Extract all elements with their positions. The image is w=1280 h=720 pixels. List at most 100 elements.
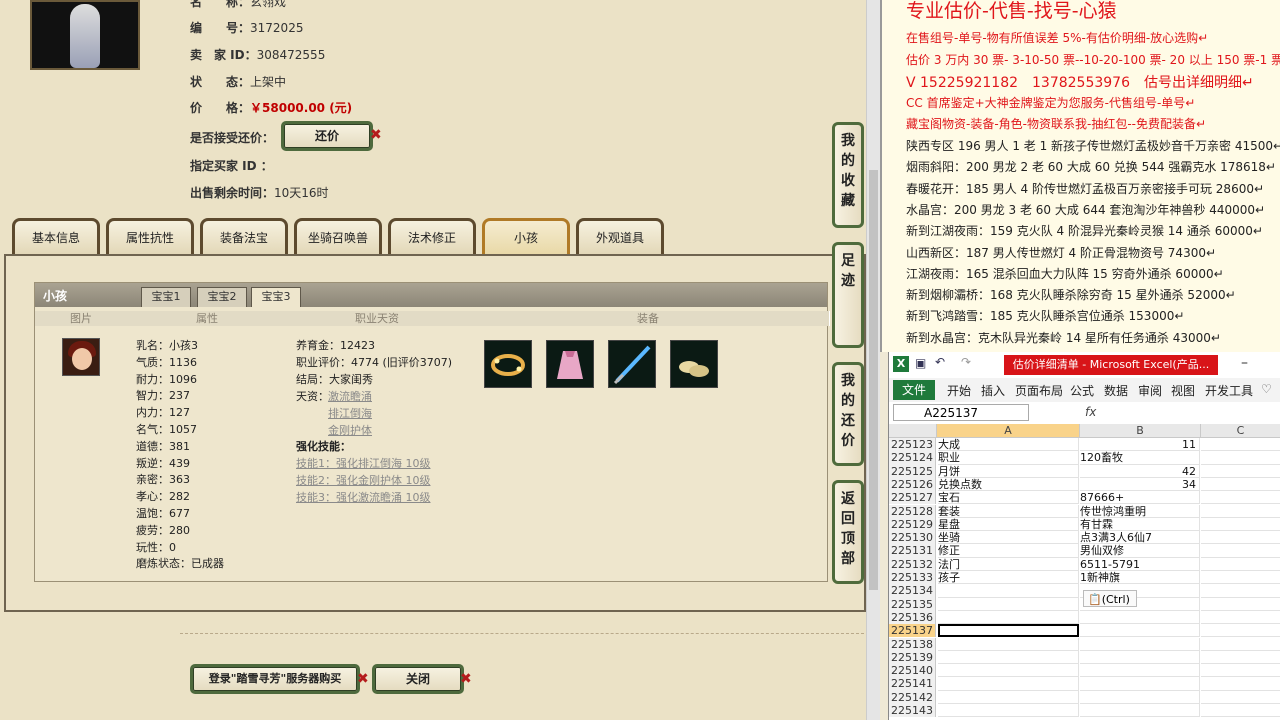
row-number[interactable]: 225135: [889, 597, 936, 611]
row-number[interactable]: 225131: [889, 544, 936, 558]
tab-child[interactable]: 小孩: [482, 218, 570, 254]
cell-c[interactable]: [1201, 624, 1280, 638]
cell-c[interactable]: [1201, 598, 1280, 611]
row-number[interactable]: 225129: [889, 517, 936, 532]
footprint-button[interactable]: 足迹: [832, 242, 864, 348]
fx-icon[interactable]: fx: [1085, 405, 1096, 419]
cell-b[interactable]: 有甘霖: [1080, 517, 1200, 532]
row-number[interactable]: 225133: [889, 571, 936, 585]
my-counter-offers-button[interactable]: 我的还价: [832, 362, 864, 466]
cell-a[interactable]: 套装: [938, 504, 1079, 518]
cell-c[interactable]: [1201, 505, 1280, 518]
cell-a[interactable]: 职业: [938, 451, 1079, 465]
cell-b[interactable]: 42: [1080, 464, 1200, 478]
counter-offer-button[interactable]: 还价: [281, 121, 373, 151]
vertical-scrollbar[interactable]: [866, 0, 880, 720]
row-number[interactable]: 225143: [889, 704, 936, 718]
cell-c[interactable]: [1201, 651, 1280, 665]
row-number[interactable]: 225140: [889, 664, 936, 678]
ribbon-tab-view[interactable]: 视图: [1171, 382, 1195, 399]
cell-a[interactable]: [938, 610, 1079, 625]
cell-c[interactable]: [1201, 584, 1280, 598]
close-icon[interactable]: ✖: [357, 671, 369, 687]
row-number[interactable]: 225130: [889, 531, 936, 545]
tab-equipment[interactable]: 装备法宝: [200, 218, 288, 254]
cell-c[interactable]: [1201, 544, 1280, 558]
ribbon-tab-home[interactable]: 开始: [947, 382, 971, 399]
cell-b[interactable]: [1080, 664, 1200, 678]
ribbon-tab-review[interactable]: 审阅: [1138, 382, 1162, 399]
cell-b[interactable]: [1080, 690, 1200, 704]
cell-b[interactable]: 点3满3人6仙7: [1080, 531, 1200, 545]
cell-b[interactable]: [1080, 677, 1200, 691]
cell-a[interactable]: 修正: [938, 544, 1079, 558]
cell-a[interactable]: [938, 690, 1079, 704]
cell-b[interactable]: 120畜牧: [1080, 451, 1200, 465]
skill-link[interactable]: 技能1：强化排江倒海 10级: [296, 455, 431, 471]
cell-b[interactable]: [1080, 704, 1200, 718]
cell-b[interactable]: [1080, 650, 1200, 665]
name-box[interactable]: A225137: [893, 404, 1029, 421]
row-number[interactable]: 225124: [889, 451, 936, 465]
cell-c[interactable]: [1201, 531, 1280, 545]
cell-b[interactable]: 传世惊鸿重明: [1080, 504, 1200, 518]
paste-options-button[interactable]: 📋(Ctrl): [1083, 590, 1137, 607]
subtab-baby-2[interactable]: 宝宝2: [197, 287, 247, 307]
cell-a[interactable]: 兑换点数: [938, 477, 1079, 492]
cell-b[interactable]: 87666+: [1080, 491, 1200, 505]
cell-b[interactable]: 34: [1080, 477, 1200, 492]
cell-a[interactable]: 宝石: [938, 491, 1079, 505]
row-number[interactable]: 225136: [889, 610, 936, 625]
ribbon-tab-page-layout[interactable]: 页面布局: [1015, 382, 1063, 399]
row-number[interactable]: 225125: [889, 464, 936, 478]
tab-attributes[interactable]: 属性抗性: [106, 218, 194, 254]
cell-a[interactable]: 星盘: [938, 517, 1079, 532]
cell-a[interactable]: 法门: [938, 557, 1079, 571]
equipment-slot-2[interactable]: [546, 340, 594, 388]
skill-link[interactable]: 技能2：强化金刚护体 10级: [296, 472, 431, 488]
cell-b[interactable]: 11: [1080, 438, 1200, 452]
cell-a[interactable]: [938, 624, 1079, 638]
cell-c[interactable]: [1201, 438, 1280, 452]
cell-a[interactable]: [938, 597, 1079, 611]
row-number[interactable]: 225127: [889, 491, 936, 505]
back-to-top-button[interactable]: 返回顶部: [832, 480, 864, 584]
cell-c[interactable]: [1201, 611, 1280, 625]
talent-link[interactable]: 排江倒海: [328, 405, 372, 421]
tab-spell-fix[interactable]: 法术修正: [388, 218, 476, 254]
cell-c[interactable]: [1201, 571, 1280, 585]
cell-c[interactable]: [1201, 451, 1280, 465]
select-all-corner[interactable]: [889, 424, 937, 438]
my-favorites-button[interactable]: 我的收藏: [832, 122, 864, 228]
row-number[interactable]: 225128: [889, 504, 936, 518]
cell-a[interactable]: 大成: [938, 438, 1079, 452]
close-icon[interactable]: ✖: [460, 671, 472, 687]
column-header-b[interactable]: B: [1080, 424, 1201, 438]
close-button[interactable]: 关闭: [372, 664, 464, 694]
cell-a[interactable]: 坐骑: [938, 531, 1079, 545]
row-number[interactable]: 225132: [889, 557, 936, 571]
row-number[interactable]: 225139: [889, 650, 936, 665]
equipment-slot-1[interactable]: [484, 340, 532, 388]
cell-c[interactable]: [1201, 677, 1280, 691]
cell-c[interactable]: [1201, 558, 1280, 571]
cell-a[interactable]: [938, 637, 1079, 651]
talent-link[interactable]: 激流瞻涌: [328, 388, 372, 404]
column-header-a[interactable]: A: [937, 424, 1080, 438]
equipment-slot-3[interactable]: [608, 340, 656, 388]
cell-b[interactable]: 6511-5791: [1080, 557, 1200, 571]
undo-icon[interactable]: ↶: [935, 355, 945, 369]
ribbon-tab-formulas[interactable]: 公式: [1070, 382, 1094, 399]
ribbon-tab-insert[interactable]: 插入: [981, 382, 1005, 399]
row-number[interactable]: 225138: [889, 637, 936, 651]
minimize-icon[interactable]: –: [1241, 355, 1248, 371]
subtab-baby-3[interactable]: 宝宝3: [251, 287, 301, 307]
ribbon-tab-file[interactable]: 文件: [893, 380, 935, 400]
cell-a[interactable]: [938, 650, 1079, 665]
column-header-c[interactable]: C: [1201, 424, 1280, 438]
cell-c[interactable]: [1201, 518, 1280, 532]
cell-c[interactable]: [1201, 704, 1280, 718]
cell-c[interactable]: [1201, 465, 1280, 478]
ribbon-tab-data[interactable]: 数据: [1104, 382, 1128, 399]
row-number[interactable]: 225137: [889, 624, 936, 638]
